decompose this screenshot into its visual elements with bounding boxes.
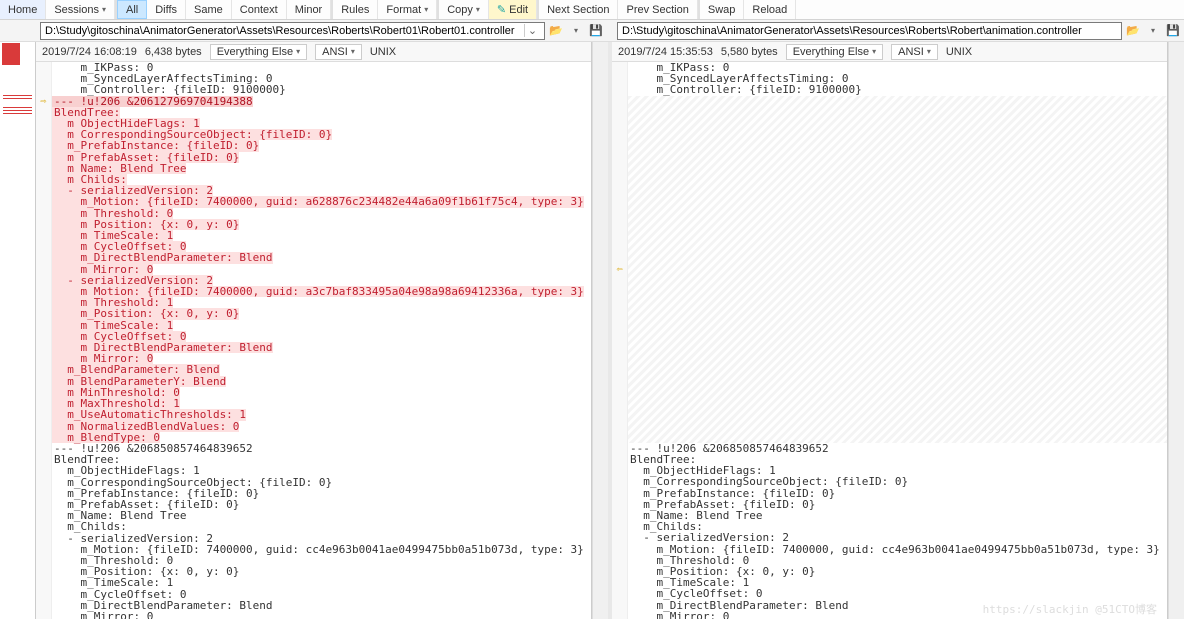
diffs-button[interactable]: Diffs [147,0,186,19]
home-button[interactable]: Home [0,0,46,19]
swap-button[interactable]: Swap [700,0,745,19]
context-button[interactable]: Context [232,0,287,19]
left-size: 6,438 bytes [145,46,202,58]
left-scrollbar[interactable] [592,42,608,619]
empty-diff-region: ⇦ [612,96,1167,443]
right-panel: 2019/7/24 15:35:53 5,580 bytes Everythin… [612,42,1168,619]
right-path-input[interactable]: D:\Study\gitoschina\AnimatorGenerator\As… [617,22,1122,40]
save-left-icon[interactable]: 💾 [587,22,605,40]
all-button[interactable]: All [117,0,147,19]
left-date: 2019/7/24 16:08:19 [42,46,137,58]
code-line: m_Mirror: 0 [36,611,591,619]
left-code-view[interactable]: m_IKPass: 0 m_SyncedLayerAffectsTiming: … [36,62,591,619]
code-line: m_TimeScale: 1 [36,577,591,588]
diff-marker-icon: ⇨ [40,96,46,107]
code-line: m_CycleOffset: 0 [612,588,1167,599]
prev-section-button[interactable]: Prev Section [618,0,697,19]
main-toolbar: Home Sessions▾ All Diffs Same Context Mi… [0,0,1184,20]
left-encoding-dropdown[interactable]: Everything Else▾ [210,44,307,60]
code-line: m_UseAutomaticThresholds: 1 [36,409,591,420]
right-eol: UNIX [946,46,972,58]
code-line: m_DirectBlendParameter: Blend [36,252,591,263]
left-panel: 2019/7/24 16:08:19 6,438 bytes Everythin… [36,42,592,619]
same-button[interactable]: Same [186,0,232,19]
edit-button[interactable]: ✎Edit [489,0,537,19]
rules-button[interactable]: Rules [333,0,378,19]
left-info-bar: 2019/7/24 16:08:19 6,438 bytes Everythin… [36,42,591,62]
next-section-button[interactable]: Next Section [539,0,618,19]
dropdown-right-icon[interactable]: ▾ [1144,22,1162,40]
overview-strip[interactable] [0,42,36,619]
right-code-view[interactable]: m_IKPass: 0 m_SyncedLayerAffectsTiming: … [612,62,1167,619]
right-info-bar: 2019/7/24 15:35:53 5,580 bytes Everythin… [612,42,1167,62]
left-eol: UNIX [370,46,396,58]
main-area: 2019/7/24 16:08:19 6,438 bytes Everythin… [0,42,1184,619]
chevron-down-icon[interactable]: ⌄ [524,24,540,37]
left-charset-dropdown[interactable]: ANSI▾ [315,44,362,60]
format-button[interactable]: Format▾ [378,0,437,19]
minor-button[interactable]: Minor [287,0,332,19]
code-line: m_CorrespondingSourceObject: {fileID: 0} [612,476,1167,487]
right-scrollbar[interactable] [1168,42,1184,619]
code-line: m_Childs: [36,521,591,532]
open-folder-left-icon[interactable]: 📂 [547,22,565,40]
left-path-input[interactable]: D:\Study\gitoschina\AnimatorGenerator\As… [40,22,545,40]
dropdown-left-icon[interactable]: ▾ [567,22,585,40]
copy-button[interactable]: Copy▾ [439,0,489,19]
code-line: m_Controller: {fileID: 9100000} [36,84,591,95]
code-line: m_Position: {x: 0, y: 0} [36,308,591,319]
code-line: m_Motion: {fileID: 7400000, guid: a62887… [36,196,591,207]
path-bar: D:\Study\gitoschina\AnimatorGenerator\As… [0,20,1184,42]
sessions-button[interactable]: Sessions▾ [46,0,115,19]
right-size: 5,580 bytes [721,46,778,58]
code-line: m_BlendParameter: Blend [36,364,591,375]
right-encoding-dropdown[interactable]: Everything Else▾ [786,44,883,60]
watermark: https://slackjin @51CTO博客 [983,604,1157,615]
save-right-icon[interactable]: 💾 [1164,22,1182,40]
right-date: 2019/7/24 15:35:53 [618,46,713,58]
reload-button[interactable]: Reload [744,0,796,19]
code-line: m_ObjectHideFlags: 1 [36,465,591,476]
code-line: m_Controller: {fileID: 9100000} [612,84,1167,95]
open-folder-right-icon[interactable]: 📂 [1124,22,1142,40]
code-line: - serializedVersion: 2 [612,532,1167,543]
diff-marker-icon: ⇦ [616,264,622,275]
code-line: m_PrefabInstance: {fileID: 0} [36,140,591,151]
right-charset-dropdown[interactable]: ANSI▾ [891,44,938,60]
